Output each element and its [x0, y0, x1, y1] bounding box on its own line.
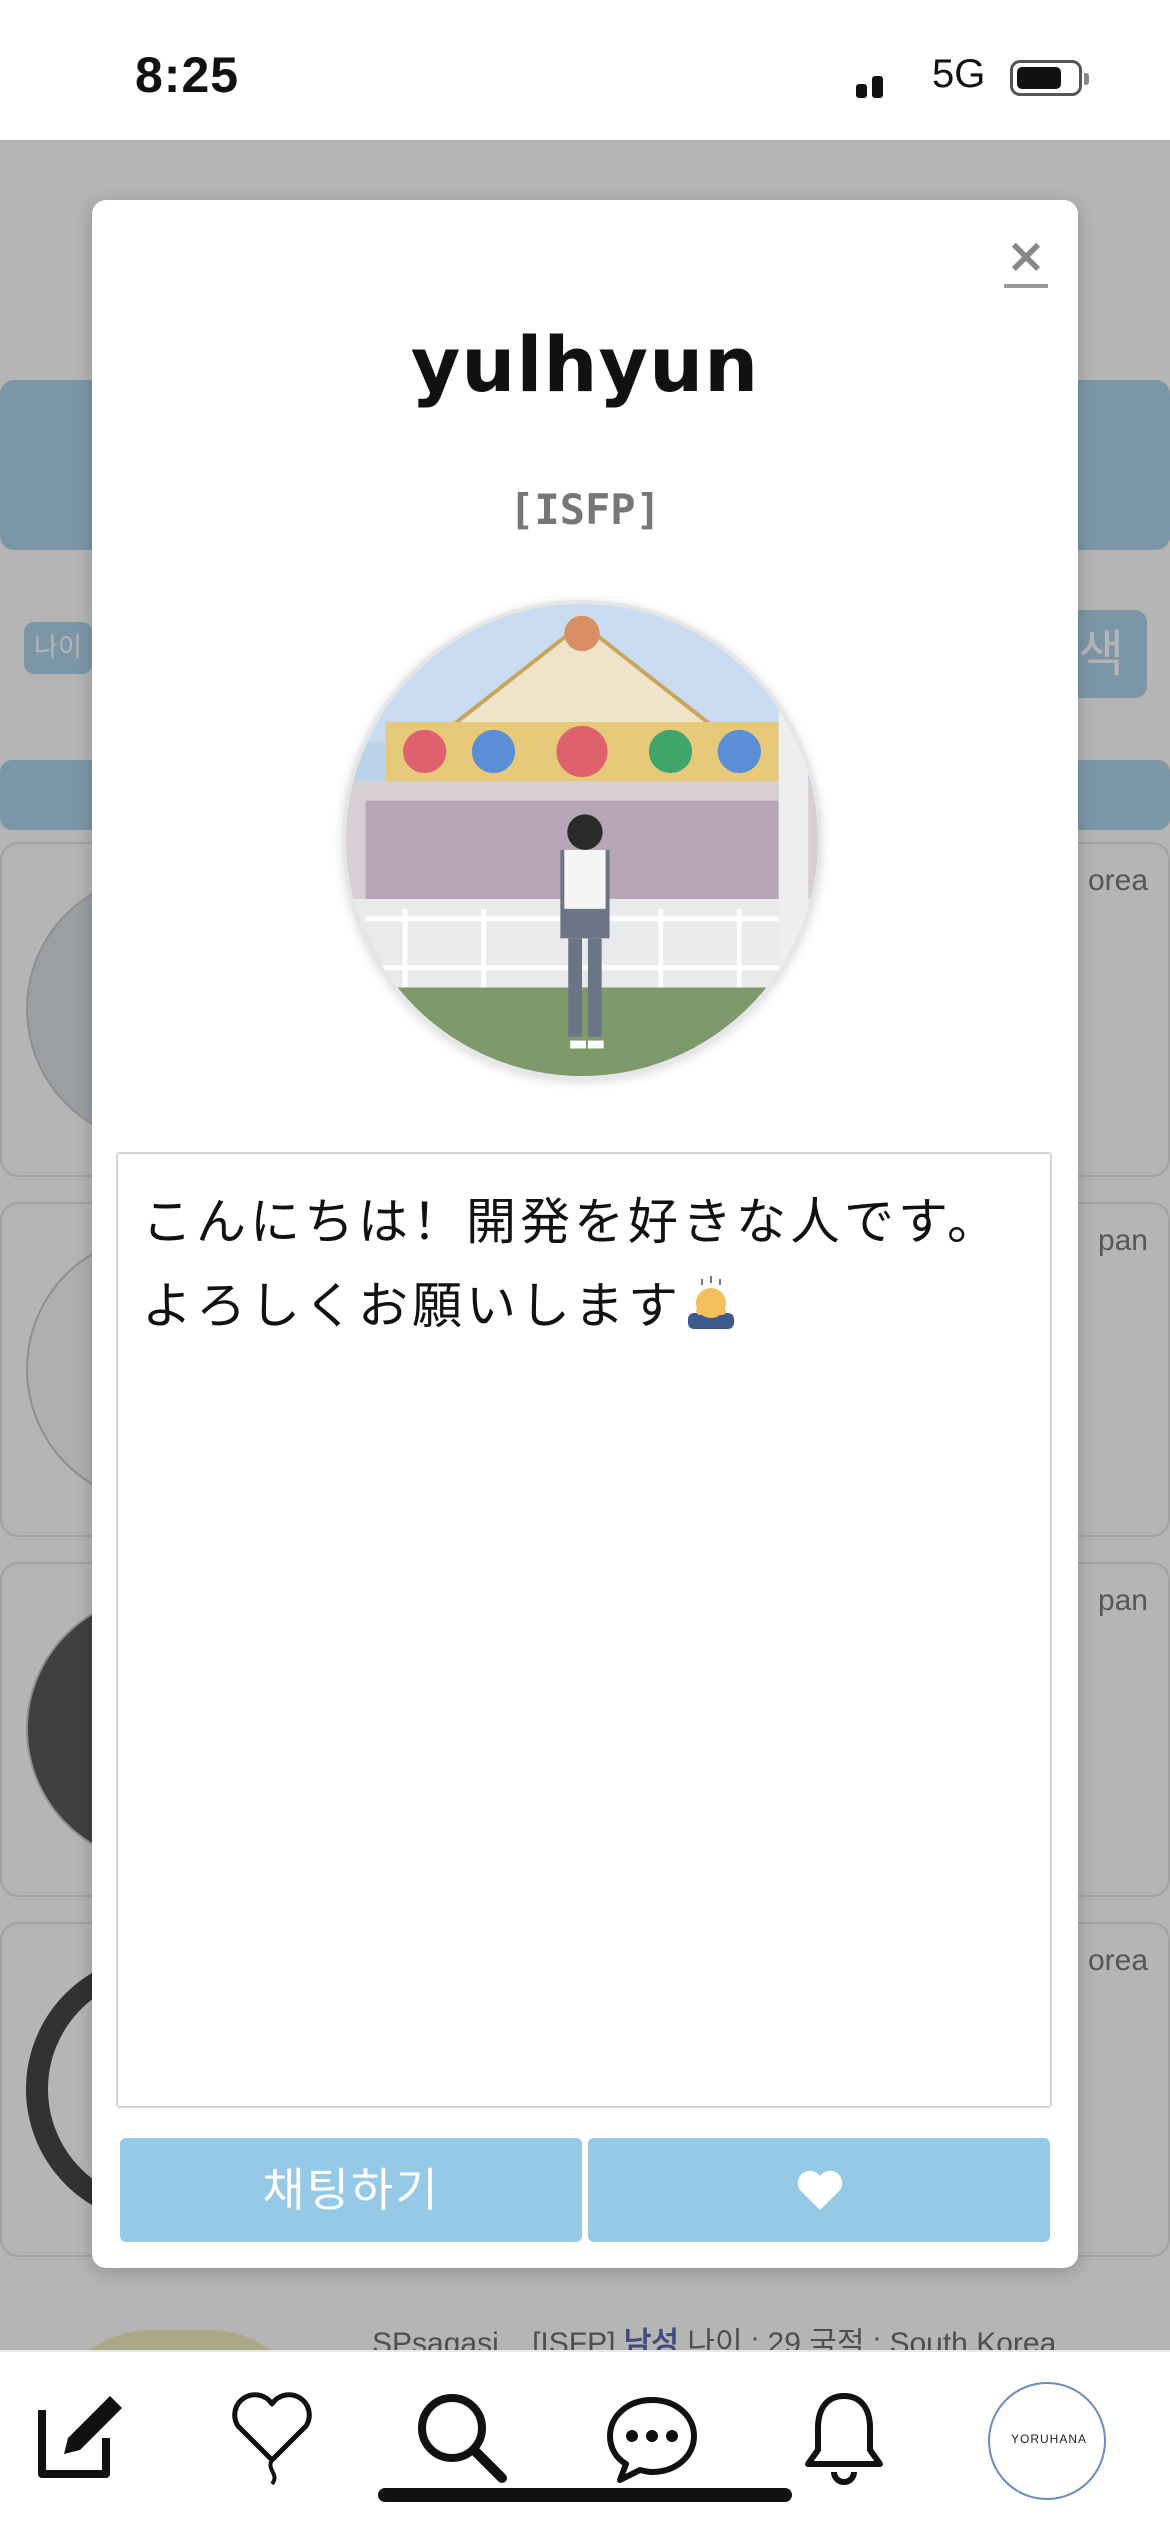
status-bar: 8:25 5G — [0, 0, 1170, 236]
home-indicator[interactable] — [378, 2488, 792, 2502]
carousel-photo — [346, 604, 818, 1076]
status-time: 8:25 — [135, 47, 240, 103]
bell-icon — [805, 2393, 883, 2485]
nav-notifications[interactable] — [794, 2386, 894, 2486]
bio-line: こんにちは！開発を好きな人です。 — [142, 1193, 1001, 1251]
profile-username: yulhyun — [410, 320, 760, 409]
profile-avatar — [342, 600, 822, 1080]
nav-edit[interactable] — [30, 2386, 130, 2486]
edit-icon — [38, 2396, 122, 2478]
like-button[interactable] — [588, 2138, 1050, 2242]
profile-mbti: [ISFP] — [509, 485, 661, 534]
profile-modal: × yulhyun [ISFP] こんにちは！開発を好きな人です。 よろしくお願… — [92, 200, 1078, 2268]
bio-line-text: よろしくお願いします — [142, 1277, 682, 1335]
chat-button[interactable]: 채팅하기 — [120, 2138, 582, 2242]
search-icon — [418, 2394, 507, 2483]
close-button[interactable]: × — [1004, 232, 1048, 288]
profile-logo-button[interactable]: YORUHANA — [988, 2382, 1106, 2500]
nav-search[interactable] — [410, 2386, 510, 2486]
bio-textarea[interactable]: こんにちは！開発を好きな人です。 よろしくお願いします — [116, 1152, 1052, 2108]
nav-favorites[interactable] — [222, 2386, 322, 2486]
logo-text: YORUHANA — [1010, 2432, 1087, 2446]
network-type: 5G — [932, 52, 986, 96]
signal-icon — [856, 58, 916, 236]
chat-bubble-icon — [607, 2397, 697, 2483]
bottom-nav: YORUHANA — [0, 2350, 1170, 2532]
bio-line-with-emoji: よろしくお願いします — [142, 1264, 1026, 1348]
nav-chat[interactable] — [602, 2386, 702, 2486]
heart-icon — [797, 2170, 843, 2210]
heart-outline-icon — [232, 2392, 312, 2486]
bowing-person-emoji-icon — [688, 1276, 734, 1329]
battery-icon — [1010, 60, 1089, 96]
